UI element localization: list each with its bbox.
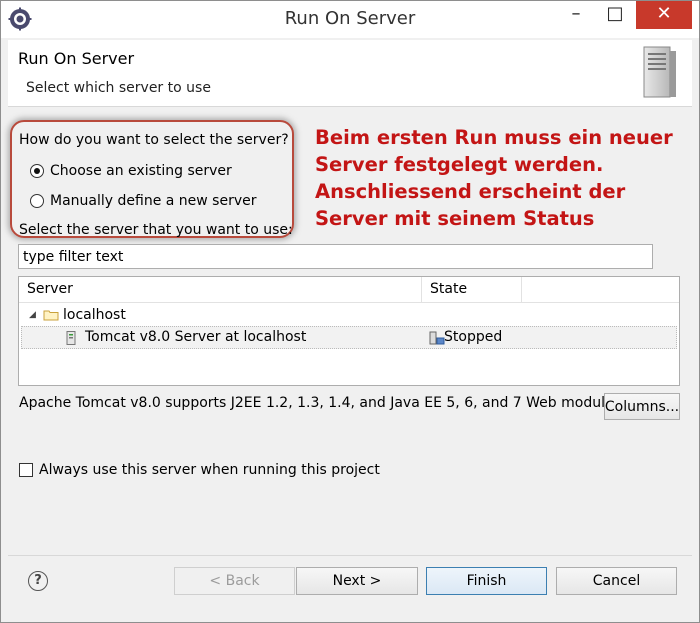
table-header: Server State xyxy=(19,277,679,303)
folder-icon xyxy=(43,309,59,321)
page-description: Select which server to use xyxy=(26,80,211,96)
filter-input[interactable] xyxy=(18,244,653,269)
always-use-label: Always use this server when running this… xyxy=(39,462,380,478)
server-tower-icon xyxy=(630,45,690,101)
select-server-label: Select the server that you want to use: xyxy=(19,222,293,238)
radio-button[interactable] xyxy=(30,194,44,208)
annotation-text: Beim ersten Run muss ein neuer Server fe… xyxy=(315,126,673,230)
tree-row-localhost[interactable]: ◢ localhost xyxy=(19,304,679,326)
stopped-state-icon xyxy=(429,330,445,346)
server-name-cell: Tomcat v8.0 Server at localhost xyxy=(85,329,307,345)
close-button[interactable]: ✕ xyxy=(636,1,692,29)
footer-separator xyxy=(8,555,692,556)
back-button[interactable]: < Back xyxy=(174,567,295,595)
radio-label: Manually define a new server xyxy=(50,193,257,209)
finish-button[interactable]: Finish xyxy=(426,567,547,595)
radio-label: Choose an existing server xyxy=(50,163,232,179)
column-header-server[interactable]: Server xyxy=(19,277,422,303)
minimize-button[interactable]: – xyxy=(557,1,595,29)
tomcat-server-icon xyxy=(66,331,76,345)
server-description: Apache Tomcat v8.0 supports J2EE 1.2, 1.… xyxy=(19,395,626,411)
triangle-down-icon[interactable]: ◢ xyxy=(29,310,43,320)
table-row[interactable]: Tomcat v8.0 Server at localhost Stopped xyxy=(21,326,677,349)
radio-choose-existing-server[interactable]: Choose an existing server xyxy=(30,161,232,181)
radio-manually-define-server[interactable]: Manually define a new server xyxy=(30,191,257,211)
server-tree-table[interactable]: Server State ◢ localhost Tomcat v8.0 Ser… xyxy=(18,276,680,386)
column-header-state[interactable]: State xyxy=(422,277,522,303)
server-state-cell: Stopped xyxy=(444,329,503,345)
always-use-checkbox[interactable] xyxy=(19,463,33,477)
columns-button[interactable]: Columns... xyxy=(604,393,680,420)
next-button[interactable]: Next > xyxy=(296,567,418,595)
tree-group-label: localhost xyxy=(63,307,126,323)
page-title: Run On Server xyxy=(18,49,135,68)
cancel-button[interactable]: Cancel xyxy=(556,567,677,595)
maximize-button[interactable]: □ xyxy=(596,1,634,29)
always-use-server-option[interactable]: Always use this server when running this… xyxy=(19,462,380,478)
select-question-label: How do you want to select the server? xyxy=(19,132,289,148)
help-icon[interactable]: ? xyxy=(28,571,48,591)
radio-button-selected[interactable] xyxy=(30,164,44,178)
window-title: Run On Server xyxy=(284,8,416,29)
